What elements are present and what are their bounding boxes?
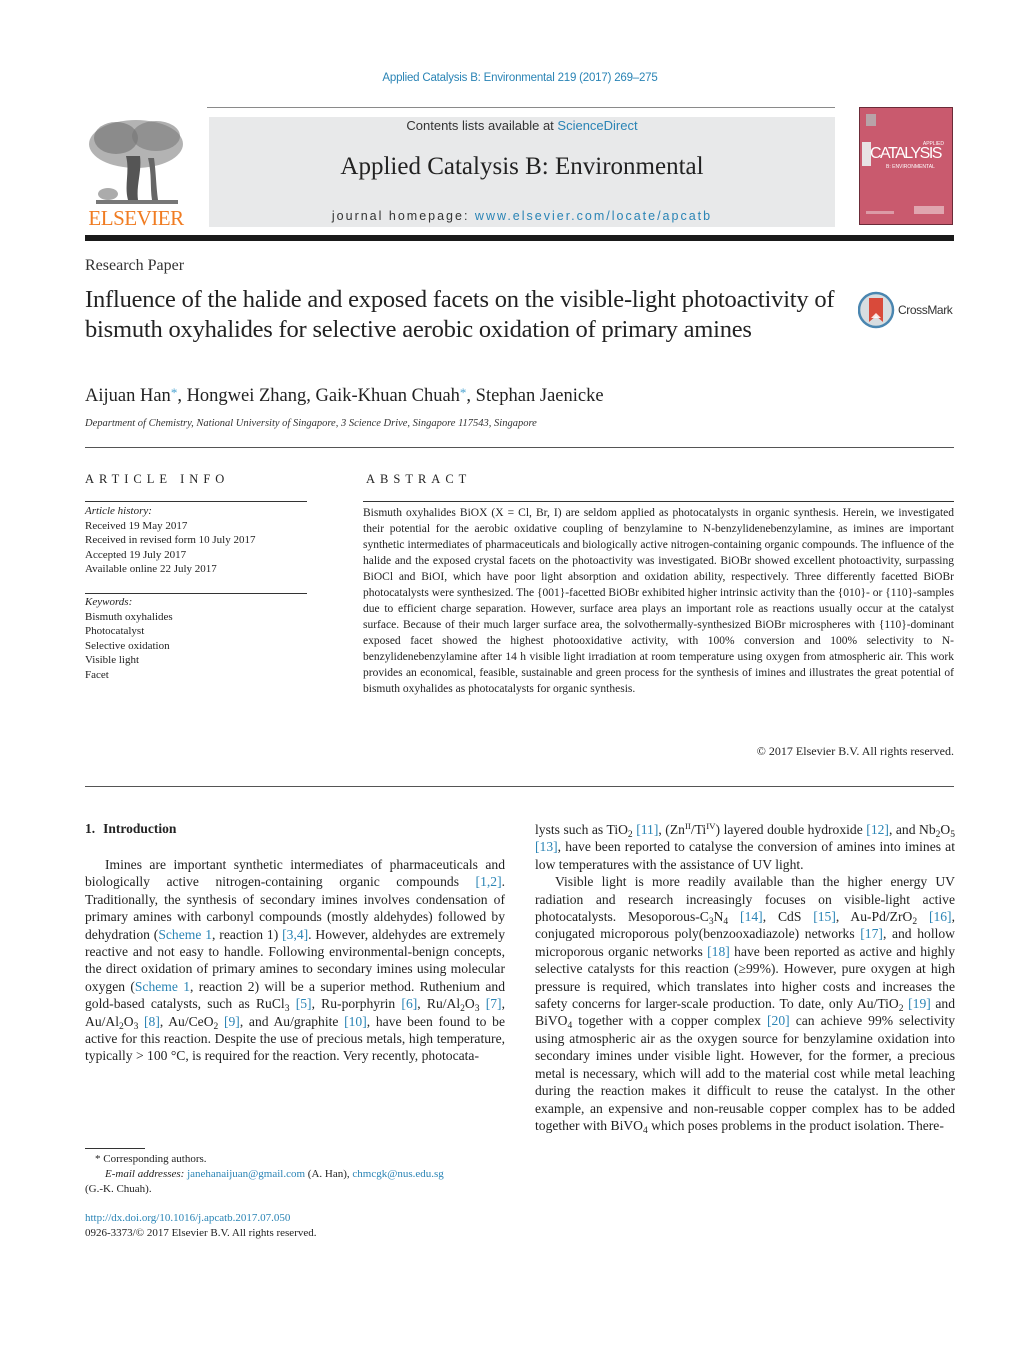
keyword-item: Facet xyxy=(85,668,109,681)
body-divider xyxy=(85,786,954,787)
email-link[interactable]: janehanaijuan@gmail.com xyxy=(187,1168,305,1180)
author-separator: , xyxy=(466,386,476,406)
citation-link[interactable]: [3,4] xyxy=(282,927,308,942)
footnote-corresponding: * Corresponding authors. E-mail addresse… xyxy=(85,1152,505,1197)
citation-link[interactable]: [8] xyxy=(144,1014,160,1029)
author-name[interactable]: Gaik-Khuan Chuah xyxy=(316,386,460,406)
article-history: Article history: Received 19 May 2017 Re… xyxy=(85,504,255,577)
paragraph: Visible light is more readily available … xyxy=(535,874,956,1136)
corresponding-note: * Corresponding authors. xyxy=(95,1153,207,1165)
journal-banner: Contents lists available at ScienceDirec… xyxy=(209,117,835,227)
crossmark-label: CrossMark xyxy=(898,303,953,317)
keywords-divider xyxy=(85,593,307,594)
citation-link[interactable]: [13] xyxy=(535,839,558,854)
author-name[interactable]: Aijuan Han xyxy=(85,386,171,406)
keywords: Keywords: Bismuth oxyhalides Photocataly… xyxy=(85,595,173,682)
citation-link[interactable]: [18] xyxy=(707,944,730,959)
section-heading-introduction: 1. Introduction xyxy=(85,821,176,837)
email-link[interactable]: chmcgk@nus.edu.sg xyxy=(352,1168,443,1180)
header-thick-divider xyxy=(85,235,954,241)
citation-link[interactable]: [10] xyxy=(344,1014,367,1029)
citation-link[interactable]: [11] xyxy=(636,822,658,837)
author-affiliation: Department of Chemistry, National Univer… xyxy=(85,418,537,429)
email-label: E-mail addresses: xyxy=(105,1168,185,1180)
keywords-label: Keywords: xyxy=(85,596,133,608)
contents-line: Contents lists available at ScienceDirec… xyxy=(209,118,835,133)
abstract-divider xyxy=(363,501,954,502)
scheme-link[interactable]: Scheme 1 xyxy=(158,927,212,942)
journal-cover-thumbnail[interactable]: APPLIED CATALYSIS B: ENVIRONMENTAL xyxy=(859,107,953,225)
history-revised: Received in revised form 10 July 2017 xyxy=(85,534,256,546)
crossmark-badge[interactable]: CrossMark xyxy=(857,291,958,329)
article-info-heading: ARTICLE INFO xyxy=(85,472,230,486)
keyword-item: Visible light xyxy=(85,654,140,666)
article-info-divider xyxy=(85,501,307,502)
crossmark-icon xyxy=(857,291,895,329)
email-owner: (G.-K. Chuah). xyxy=(85,1183,152,1195)
citation-link[interactable]: [19] xyxy=(908,996,931,1011)
abstract-heading: ABSTRACT xyxy=(366,472,472,486)
cover-footer-text xyxy=(866,211,894,214)
elsevier-wordmark: ELSEVIER xyxy=(88,206,184,230)
author-separator: , xyxy=(306,386,316,406)
keyword-item: Bismuth oxyhalides xyxy=(85,610,173,623)
citation-link[interactable]: [17] xyxy=(860,926,883,941)
history-received: Received 19 May 2017 xyxy=(85,519,188,532)
homepage-prefix: journal homepage: xyxy=(331,209,475,223)
homepage-link[interactable]: www.elsevier.com/locate/apcatb xyxy=(475,209,712,223)
abstract-text: Bismuth oxyhalides BiOX (X = Cl, Br, I) … xyxy=(363,507,954,695)
journal-citation[interactable]: Applied Catalysis B: Environmental 219 (… xyxy=(0,72,1020,84)
citation-link[interactable]: [1,2] xyxy=(476,874,502,889)
author-separator: , xyxy=(177,386,187,406)
elsevier-tree-icon xyxy=(89,120,183,204)
author-name[interactable]: Stephan Jaenicke xyxy=(476,386,604,406)
section-title: Introduction xyxy=(103,821,177,836)
title-divider xyxy=(85,447,954,448)
article-history-label: Article history: xyxy=(85,505,152,517)
doi-link[interactable]: http://dx.doi.org/10.1016/j.apcatb.2017.… xyxy=(85,1212,290,1224)
sciencedirect-link[interactable]: ScienceDirect xyxy=(557,118,637,133)
doi-block: http://dx.doi.org/10.1016/j.apcatb.2017.… xyxy=(85,1211,317,1240)
body-column-right: lysts such as TiO2 [11], (ZnII/TiIV) lay… xyxy=(535,821,956,1136)
article-type: Research Paper xyxy=(85,257,185,274)
abstract-copyright: © 2017 Elsevier B.V. All rights reserved… xyxy=(756,744,954,758)
citation-link[interactable]: [20] xyxy=(767,1013,790,1028)
cover-publisher-icon xyxy=(866,114,876,126)
citation-link[interactable]: [6] xyxy=(401,996,417,1011)
paragraph: lysts such as TiO2 [11], (ZnII/TiIV) lay… xyxy=(535,821,955,872)
citation-link[interactable]: [12] xyxy=(866,822,889,837)
author-list: Aijuan Han*, Hongwei Zhang, Gaik-Khuan C… xyxy=(85,385,604,407)
citation-link[interactable]: [7] xyxy=(486,996,502,1011)
scheme-link[interactable]: Scheme 1 xyxy=(135,979,190,994)
paragraph: Imines are important synthetic intermedi… xyxy=(85,857,505,1064)
journal-homepage: journal homepage: www.elsevier.com/locat… xyxy=(209,209,835,223)
citation-link[interactable]: [16] xyxy=(929,909,952,924)
contents-prefix: Contents lists available at xyxy=(406,118,558,133)
email-line: E-mail addresses: janehanaijuan@gmail.co… xyxy=(85,1167,505,1182)
header-divider xyxy=(207,107,835,108)
cover-subtitle: B: ENVIRONMENTAL xyxy=(886,164,935,170)
keyword-item: Photocatalyst xyxy=(85,625,145,637)
citation-link[interactable]: [14] xyxy=(740,909,763,924)
history-online: Available online 22 July 2017 xyxy=(85,563,217,575)
body-column-left: Imines are important synthetic intermedi… xyxy=(85,856,505,1065)
email-owner: (A. Han), xyxy=(305,1168,353,1180)
journal-name: Applied Catalysis B: Environmental xyxy=(340,153,704,180)
citation-link[interactable]: [15] xyxy=(813,909,836,924)
cover-title: CATALYSIS xyxy=(870,145,942,162)
section-number: 1. xyxy=(85,821,96,836)
history-accepted: Accepted 19 July 2017 xyxy=(85,548,187,561)
keyword-item: Selective oxidation xyxy=(85,639,170,652)
elsevier-logo[interactable]: ELSEVIER xyxy=(84,116,188,230)
citation-link[interactable]: [5] xyxy=(296,996,312,1011)
article-title: Influence of the halide and exposed face… xyxy=(85,286,835,343)
citation-link[interactable]: [9] xyxy=(224,1014,240,1029)
footnote-divider xyxy=(85,1148,145,1149)
author-name[interactable]: Hongwei Zhang xyxy=(187,386,307,406)
issn-copyright: 0926-3373/© 2017 Elsevier B.V. All right… xyxy=(85,1226,317,1239)
cover-footer-logo xyxy=(914,206,944,214)
